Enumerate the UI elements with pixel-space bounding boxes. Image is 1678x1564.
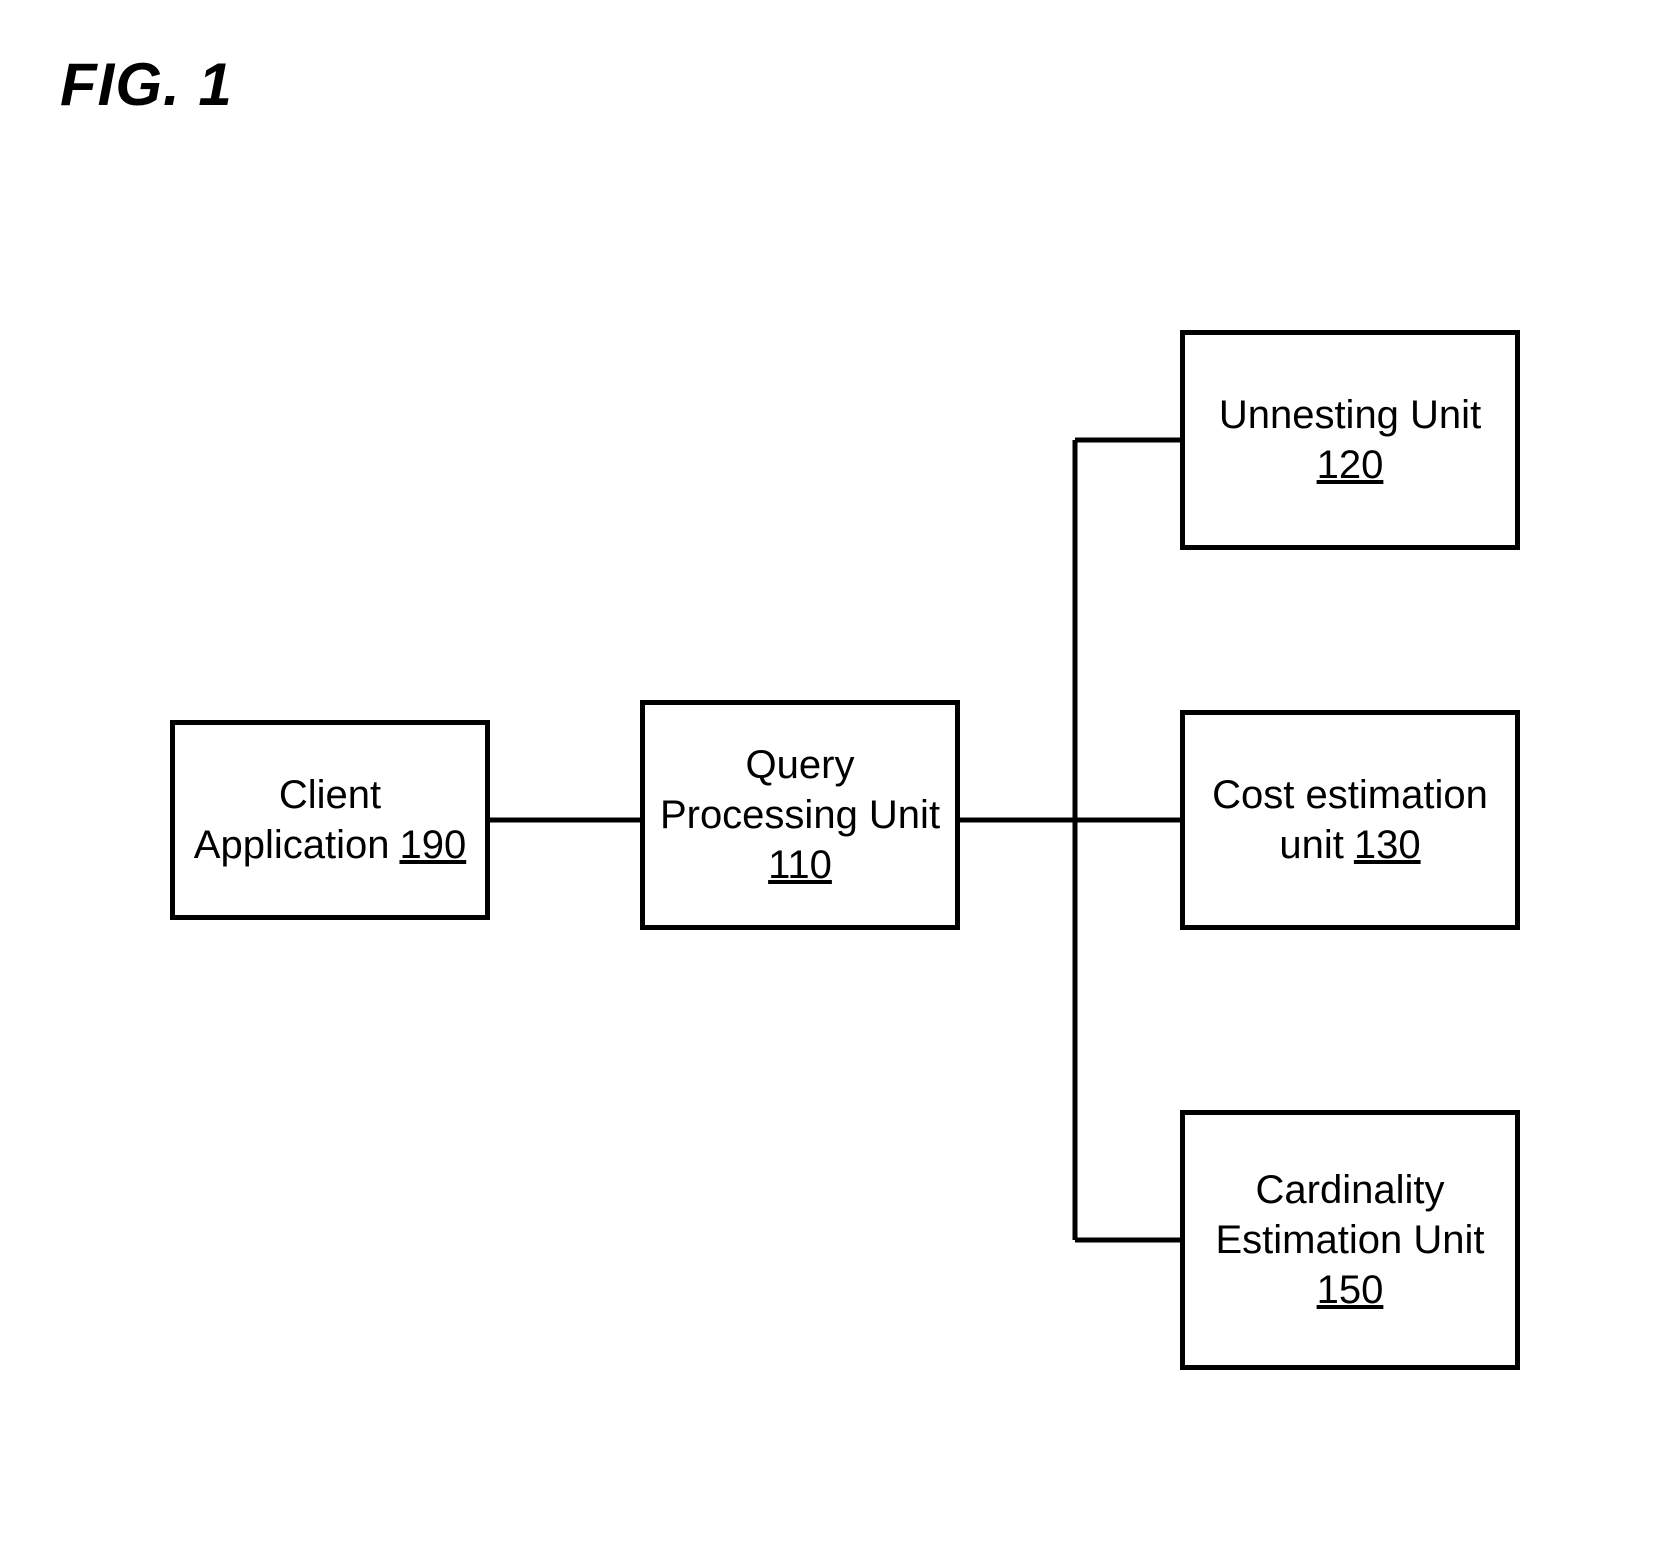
figure-title: FIG. 1	[60, 50, 233, 119]
client-line2-text: Application	[194, 823, 390, 867]
box-client-application: Client Application190	[170, 720, 490, 920]
box-unnesting-unit: Unnesting Unit 120	[1180, 330, 1520, 550]
unnesting-ref: 120	[1317, 440, 1384, 490]
client-line2: Application190	[194, 820, 466, 870]
unnesting-line1: Unnesting Unit	[1219, 390, 1481, 440]
cost-ref: 130	[1354, 823, 1421, 867]
box-cardinality-estimation-unit: Cardinality Estimation Unit 150	[1180, 1110, 1520, 1370]
box-cost-estimation-unit: Cost estimation unit130	[1180, 710, 1520, 930]
query-line1: Query	[746, 740, 855, 790]
query-ref: 110	[768, 840, 832, 890]
cardinality-ref: 150	[1317, 1265, 1384, 1315]
client-line1: Client	[279, 770, 381, 820]
query-line2: Processing Unit	[660, 790, 940, 840]
cardinality-line2: Estimation Unit	[1216, 1215, 1485, 1265]
cost-line2-text: unit	[1279, 823, 1344, 867]
cost-line2: unit130	[1279, 820, 1420, 870]
client-ref: 190	[399, 823, 466, 867]
cost-line1: Cost estimation	[1212, 770, 1488, 820]
box-query-processing-unit: Query Processing Unit 110	[640, 700, 960, 930]
cardinality-line1: Cardinality	[1256, 1165, 1445, 1215]
